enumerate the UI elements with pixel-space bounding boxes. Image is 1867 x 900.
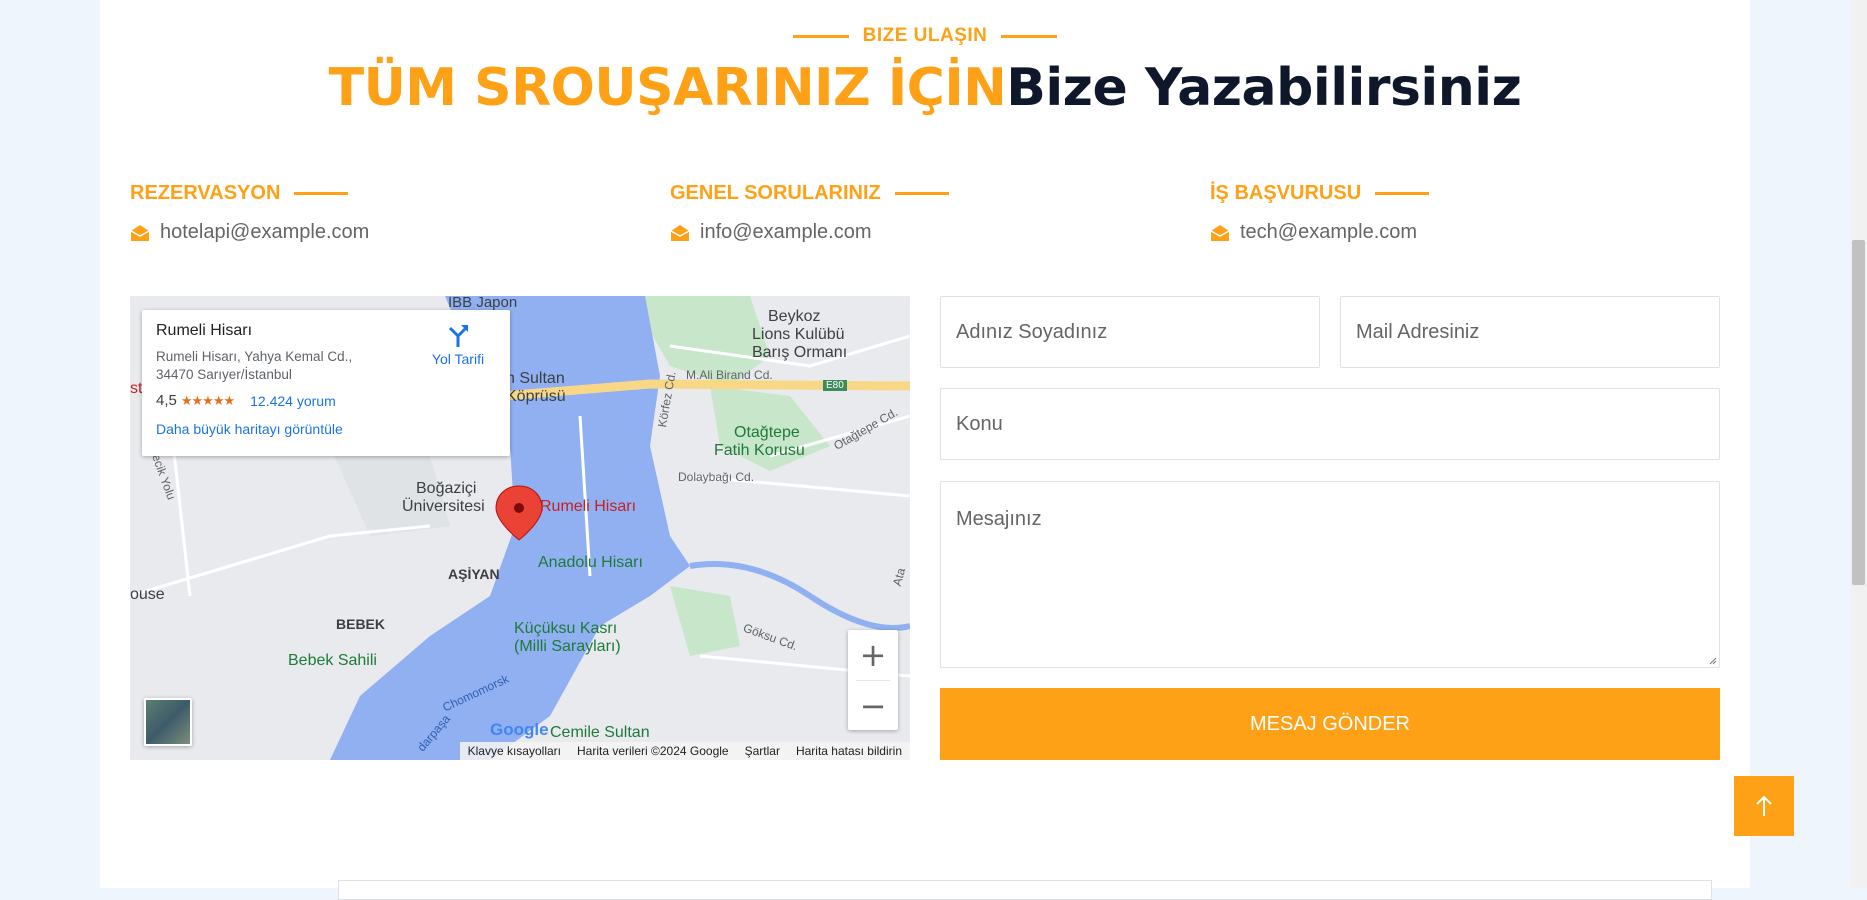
map-label: Bebek Sahili — [288, 652, 377, 669]
name-placeholder: Adınız Soyadınız — [956, 320, 1108, 343]
map-label: AŞİYAN — [448, 566, 500, 582]
map-label: M.Ali Birand Cd. — [686, 368, 773, 382]
map-label: BEBEK — [336, 616, 386, 632]
star-rating-icon: ★★★★★ — [180, 392, 235, 408]
eyebrow-line-right — [1001, 34, 1058, 38]
contact-title-text: REZERVASYON — [130, 182, 281, 204]
footer-box-edge — [338, 880, 1712, 900]
message-textarea[interactable]: Mesajınız — [940, 481, 1720, 668]
map-label: Köprüsü — [506, 388, 566, 405]
contact-reservation: REZERVASYON hotelapi@example.com — [130, 182, 369, 244]
rating-value: 4,5 — [156, 392, 177, 409]
map-label: h Sultan — [506, 370, 565, 387]
directions-icon — [448, 325, 468, 347]
zoom-control: + − — [848, 630, 898, 730]
headline-accent: TÜM SROUŞARINIZ İÇİN — [328, 58, 1007, 118]
section-headline: TÜM SROUŞARINIZ İÇİNBize Yazabilirsiniz — [100, 58, 1750, 118]
send-message-button[interactable]: MESAJ GÖNDER — [940, 688, 1720, 760]
subject-input[interactable]: Konu — [940, 388, 1720, 460]
resize-grip-icon[interactable] — [1709, 657, 1717, 665]
google-logo-text: Google — [490, 720, 549, 739]
zoom-out-button[interactable]: − — [848, 681, 898, 731]
google-map[interactable]: İBB Japon Beykoz Lions Kulübü Barış Orma… — [130, 296, 910, 760]
map-label: Anadolu Hisarı — [538, 554, 643, 571]
map-footer: Klavye kısayolları Harita verileri ©2024… — [459, 742, 910, 760]
marker-label: Rumeli Hisarı — [540, 498, 637, 515]
map-label: Fatih Korusu — [714, 442, 805, 459]
envelope-icon — [130, 224, 150, 241]
map-label: E80 — [823, 380, 847, 391]
back-to-top-button[interactable] — [1734, 776, 1794, 836]
contact-email-jobs[interactable]: tech@example.com — [1210, 221, 1429, 244]
email-text: tech@example.com — [1240, 221, 1418, 243]
map-data-text: Harita verileri ©2024 Google — [577, 744, 729, 758]
report-error-link[interactable]: Harita hatası bildirin — [796, 744, 902, 758]
map-label: Dolaybağı Cd. — [678, 470, 755, 484]
contact-title-text: İŞ BAŞVURUSU — [1210, 182, 1362, 204]
directions-label: Yol Tarifi — [431, 351, 485, 367]
email-text: hotelapi@example.com — [160, 221, 370, 243]
contact-title-reservation: REZERVASYON — [130, 182, 369, 205]
place-info-card: Rumeli Hisarı Rumeli Hisarı, Yahya Kemal… — [142, 310, 510, 456]
map-label: Lions Kulübü — [752, 326, 845, 343]
directions-button[interactable]: Yol Tarifi — [428, 322, 488, 367]
map-label: Beykoz — [768, 308, 821, 325]
title-line — [1375, 192, 1430, 195]
map-label: st — [130, 380, 143, 397]
name-input[interactable]: Adınız Soyadınız — [940, 296, 1320, 368]
map-label: Cemile Sultan — [550, 724, 650, 741]
email-input[interactable]: Mail Adresiniz — [1340, 296, 1720, 368]
map-label: Otağtepe — [734, 424, 800, 441]
email-text: info@example.com — [700, 221, 872, 243]
contact-jobs: İŞ BAŞVURUSU tech@example.com — [1210, 182, 1430, 244]
contact-email-general[interactable]: info@example.com — [670, 221, 949, 244]
map-label: ouse — [130, 586, 165, 603]
email-placeholder: Mail Adresiniz — [1356, 320, 1480, 343]
title-line — [894, 192, 949, 195]
subject-placeholder: Konu — [956, 412, 1003, 435]
google-logo: Google — [490, 720, 549, 740]
arrow-up-icon — [1756, 795, 1772, 816]
scrollbar-thumb[interactable] — [1852, 240, 1865, 585]
envelope-icon — [1210, 224, 1230, 241]
contact-title-text: GENEL SORULARINIZ — [670, 182, 881, 204]
keyboard-shortcuts-link[interactable]: Klavye kısayolları — [468, 744, 561, 758]
map-label: Küçüksu Kasrı — [514, 620, 618, 637]
map-label: Boğaziçi — [416, 480, 477, 497]
terms-link[interactable]: Şartlar — [745, 744, 780, 758]
contact-section: BIZE ULAŞIN TÜM SROUŞARINIZ İÇİNBize Yaz… — [100, 0, 1750, 900]
map-label: Üniversitesi — [402, 498, 485, 515]
envelope-icon — [670, 224, 690, 241]
map-label: Barış Ormanı — [752, 344, 848, 361]
contact-general: GENEL SORULARINIZ info@example.com — [670, 182, 949, 244]
eyebrow-line-left — [792, 34, 849, 38]
section-eyebrow: BIZE ULAŞIN — [100, 25, 1750, 47]
zoom-in-button[interactable]: + — [848, 630, 898, 680]
headline-dark: Bize Yazabilirsiniz — [1006, 58, 1522, 118]
map-label: İBB Japon — [448, 296, 518, 311]
contact-title-jobs: İŞ BAŞVURUSU — [1210, 182, 1430, 205]
place-rating: 4,5 ★★★★★ 12.424 yorum — [156, 392, 496, 409]
eyebrow-text: BIZE ULAŞIN — [862, 25, 988, 46]
title-line — [294, 192, 349, 195]
contact-title-general: GENEL SORULARINIZ — [670, 182, 949, 205]
message-placeholder: Mesajınız — [956, 508, 1042, 530]
place-address: Rumeli Hisarı, Yahya Kemal Cd., 34470 Sa… — [156, 349, 353, 382]
reviews-link[interactable]: 12.424 yorum — [250, 393, 336, 409]
view-larger-map-link[interactable]: Daha büyük haritayı görüntüle — [156, 421, 496, 437]
scrollbar[interactable] — [1850, 0, 1867, 888]
map-label: (Milli Sarayları) — [514, 638, 621, 655]
satellite-toggle[interactable] — [144, 698, 192, 746]
contact-email-reservation[interactable]: hotelapi@example.com — [130, 221, 369, 244]
